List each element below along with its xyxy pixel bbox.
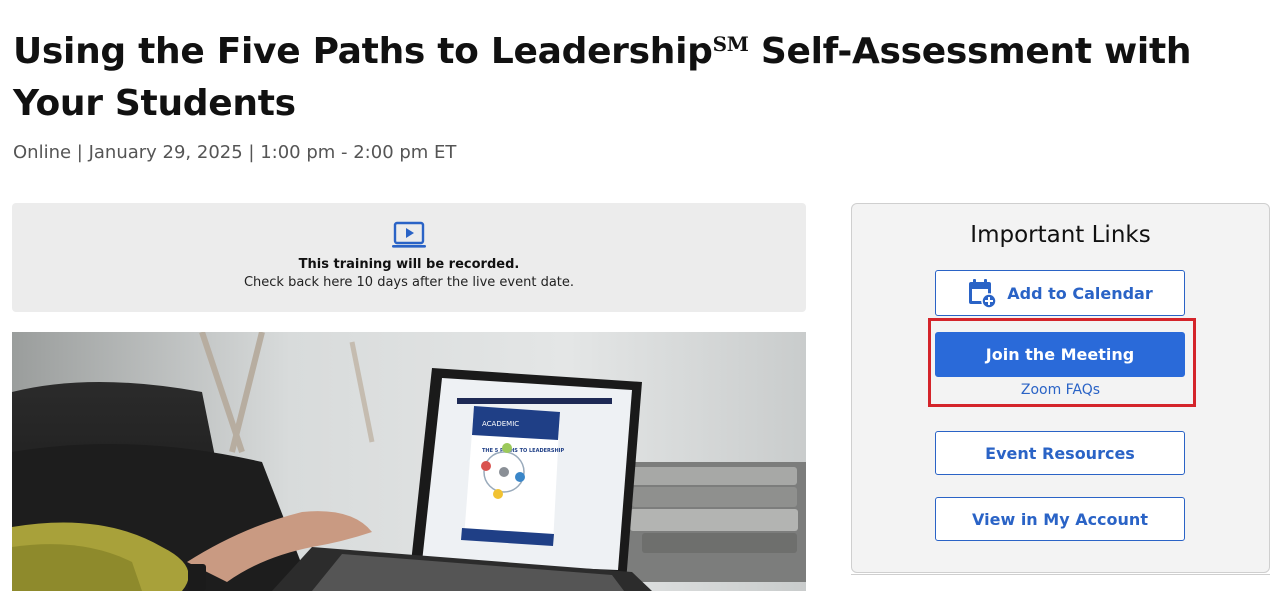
laptop-photo-illustration: ACADEMIC THE 5 PATHS TO LEADERSHIP: [12, 332, 806, 591]
add-to-calendar-label: Add to Calendar: [1007, 283, 1153, 303]
recording-headline: This training will be recorded.: [298, 257, 520, 272]
event-photo: ACADEMIC THE 5 PATHS TO LEADERSHIP: [12, 332, 806, 591]
page-title: Using the Five Paths to LeadershipSM Sel…: [13, 18, 1243, 130]
zoom-faqs-link[interactable]: Zoom FAQs: [852, 382, 1269, 398]
event-resources-button[interactable]: Event Resources: [935, 431, 1185, 475]
important-links-title: Important Links: [970, 222, 1151, 248]
video-play-icon: [392, 221, 426, 248]
title-main: Using the Five Paths to Leadership: [13, 31, 713, 72]
important-links-panel: Important Links Add to Calendar Join the…: [851, 203, 1270, 573]
panel-divider: [851, 574, 1270, 575]
screen-heading-text: THE 5 PATHS TO LEADERSHIP: [482, 448, 565, 454]
join-meeting-button[interactable]: Join the Meeting: [935, 332, 1185, 377]
recording-subtext: Check back here 10 days after the live e…: [243, 275, 575, 290]
service-mark: SM: [712, 32, 749, 56]
add-to-calendar-button[interactable]: Add to Calendar: [935, 270, 1185, 316]
view-in-account-button[interactable]: View in My Account: [935, 497, 1185, 541]
event-meta: Online | January 29, 2025 | 1:00 pm - 2:…: [13, 142, 457, 163]
calendar-add-icon: [969, 279, 997, 308]
recording-notice: This training will be recorded. Check ba…: [12, 203, 806, 312]
screen-brand-text: ACADEMIC: [482, 420, 519, 428]
